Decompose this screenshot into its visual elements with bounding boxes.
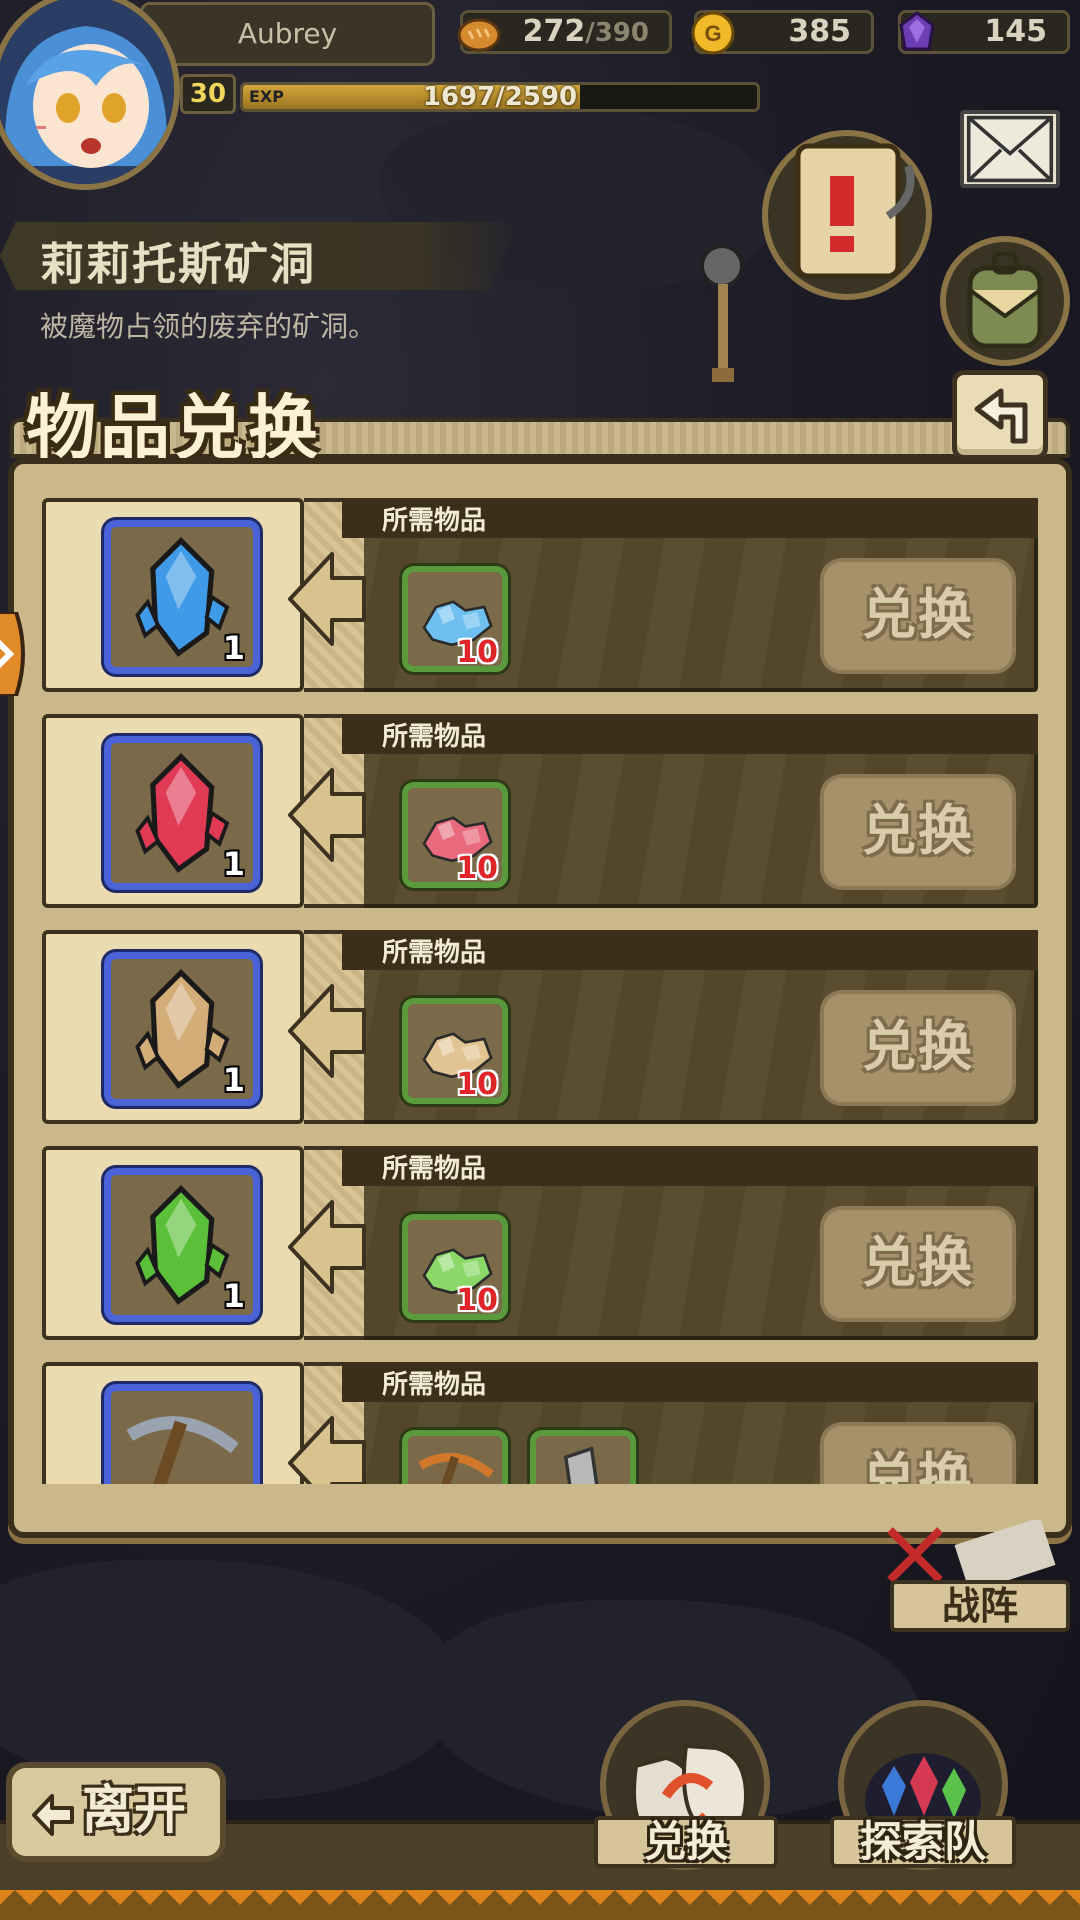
exp-max: 2590 — [504, 82, 578, 112]
location-title: 莉莉托斯矿洞 — [40, 239, 316, 290]
gold-amount: 385 — [788, 14, 851, 49]
left-arrow-icon — [288, 768, 366, 862]
exchange-row: 所需物品 1 10 兑换 — [42, 712, 1038, 912]
pulley-rope-decoration — [700, 244, 744, 382]
exchange-button[interactable]: 兑换 — [820, 1422, 1016, 1484]
reward-quantity: 1 — [222, 845, 245, 883]
pickaxe-icon — [126, 1416, 239, 1484]
exp-current: 1697 — [422, 82, 496, 112]
leave-label: 离开 — [82, 1781, 187, 1841]
exchange-button[interactable]: 兑换 — [820, 990, 1016, 1106]
stamina-max: 390 — [594, 18, 649, 48]
required-quantity: 10 — [456, 1283, 498, 1318]
formation-button[interactable]: 战阵 — [890, 1580, 1070, 1632]
player-portrait — [0, 0, 174, 184]
gold-coin-icon: G — [691, 11, 735, 55]
exchange-row: 所需物品 1 10 兑换 — [42, 496, 1038, 696]
back-button[interactable] — [952, 370, 1048, 460]
required-quantity: 10 — [456, 1067, 498, 1102]
exchange-row: 所需物品兑换 — [42, 1360, 1038, 1484]
reward-item-slot[interactable]: 1 — [104, 736, 260, 890]
gem-amount: 145 — [984, 14, 1047, 49]
iron-bar-icon — [563, 1446, 599, 1484]
leave-button[interactable]: 离开 — [6, 1762, 226, 1862]
return-arrow-icon — [974, 388, 1028, 444]
required-item-slot[interactable] — [402, 1430, 508, 1484]
reward-quantity: 1 — [222, 1277, 245, 1315]
backpack-icon — [967, 251, 1043, 349]
svg-text:G: G — [704, 21, 721, 46]
purple-gem-icon — [899, 11, 935, 51]
exchange-row: 所需物品 1 10 兑换 — [42, 1144, 1038, 1344]
top-status-bar: Aubrey 272/390 G 385 145 30 EXP 1697/259… — [0, 0, 1080, 190]
required-items-label: 所需物品 — [382, 722, 487, 752]
left-arrow-icon — [32, 1794, 74, 1836]
required-item-slot[interactable] — [530, 1430, 636, 1484]
game-screen: Aubrey 272/390 G 385 145 30 EXP 1697/259… — [0, 0, 1080, 1920]
exchange-button[interactable]: 兑换 — [820, 558, 1016, 674]
left-arrow-icon — [288, 1416, 366, 1484]
left-arrow-icon — [288, 552, 366, 646]
quest-button[interactable] — [762, 130, 932, 300]
required-items-label: 所需物品 — [382, 938, 487, 968]
required-item-slot[interactable]: 10 — [402, 998, 508, 1104]
bread-icon — [457, 18, 501, 52]
reward-quantity: 1 — [222, 1061, 245, 1099]
stamina-current: 272 — [522, 14, 586, 49]
required-item-slot[interactable]: 10 — [402, 782, 508, 888]
required-items-label: 所需物品 — [382, 506, 487, 536]
required-quantity: 10 — [456, 851, 498, 886]
exp-text: 1697/2590 — [422, 82, 578, 112]
player-name: Aubrey — [140, 2, 435, 66]
gold-counter: G 385 — [691, 10, 874, 55]
reward-item-slot[interactable]: 1 — [104, 1168, 260, 1322]
required-items-label: 所需物品 — [382, 1154, 487, 1184]
side-expand-tab[interactable] — [0, 612, 30, 696]
required-items-label: 所需物品 — [382, 1370, 487, 1400]
required-quantity: 10 — [456, 635, 498, 670]
player-level: 30 — [180, 74, 236, 114]
left-arrow-icon — [288, 984, 366, 1078]
required-item-slot[interactable]: 10 — [402, 566, 508, 672]
exchange-nav-label: 兑换 — [594, 1816, 778, 1868]
gem-counter: 145 — [898, 10, 1070, 54]
copper-pickaxe-icon — [418, 1452, 494, 1484]
reward-quantity: 1 — [222, 629, 245, 667]
expedition-nav-label: 探索队 — [830, 1816, 1016, 1868]
bottom-border-decoration — [0, 1890, 1080, 1920]
exchange-button[interactable]: 兑换 — [820, 774, 1016, 890]
exp-bar: EXP 1697/2590 — [240, 82, 760, 112]
quest-scroll-icon — [795, 143, 915, 279]
location-description: 被魔物占领的废弃的矿洞。 — [40, 310, 377, 343]
inventory-bag-button[interactable] — [940, 236, 1070, 366]
reward-item-slot[interactable]: 1 — [104, 520, 260, 674]
stamina-counter: 272/390 — [457, 10, 672, 54]
reward-item-slot[interactable] — [104, 1384, 260, 1484]
left-arrow-icon — [288, 1200, 366, 1294]
envelope-icon — [966, 115, 1054, 183]
mail-button[interactable] — [960, 110, 1060, 188]
reward-item-slot[interactable]: 1 — [104, 952, 260, 1106]
required-item-slot[interactable]: 10 — [402, 1214, 508, 1320]
exchange-row: 所需物品 1 10 兑换 — [42, 928, 1038, 1128]
exchange-list[interactable]: 所需物品 1 10 兑换 所需物品 1 10 兑换 所需物品 1 10 兑换 所需物品 1 10 兑换 所需物品… — [36, 482, 1044, 1484]
exchange-button[interactable]: 兑换 — [820, 1206, 1016, 1322]
avatar[interactable] — [0, 0, 180, 190]
